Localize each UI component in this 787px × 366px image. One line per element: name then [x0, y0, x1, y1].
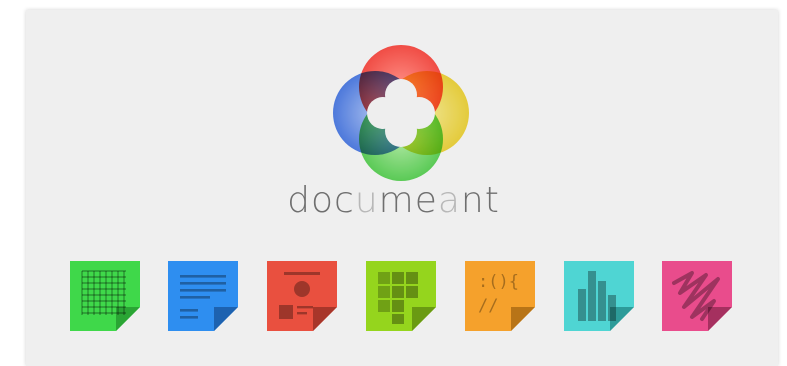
chart-icon[interactable]: [564, 261, 634, 331]
spreadsheet-icon[interactable]: [70, 261, 140, 331]
wordmark-part: me: [378, 180, 438, 221]
text-document-icon[interactable]: [168, 261, 238, 331]
wordmark-part: a: [437, 180, 461, 221]
code-glyph-line-1: :(){: [478, 272, 519, 292]
document-type-icons: :(){ //: [0, 261, 787, 331]
tiles-icon[interactable]: [366, 261, 436, 331]
wordmark-part: u: [354, 180, 379, 221]
wordmark-part: nt: [460, 180, 500, 221]
brand-wordmark: documeant: [0, 180, 787, 221]
documeant-logo: [333, 45, 469, 181]
code-icon[interactable]: :(){ //: [465, 261, 535, 331]
wordmark-part: doc: [287, 180, 355, 221]
presentation-icon[interactable]: [267, 261, 337, 331]
drawing-icon[interactable]: [662, 261, 732, 331]
code-glyph-line-2: //: [478, 296, 498, 316]
